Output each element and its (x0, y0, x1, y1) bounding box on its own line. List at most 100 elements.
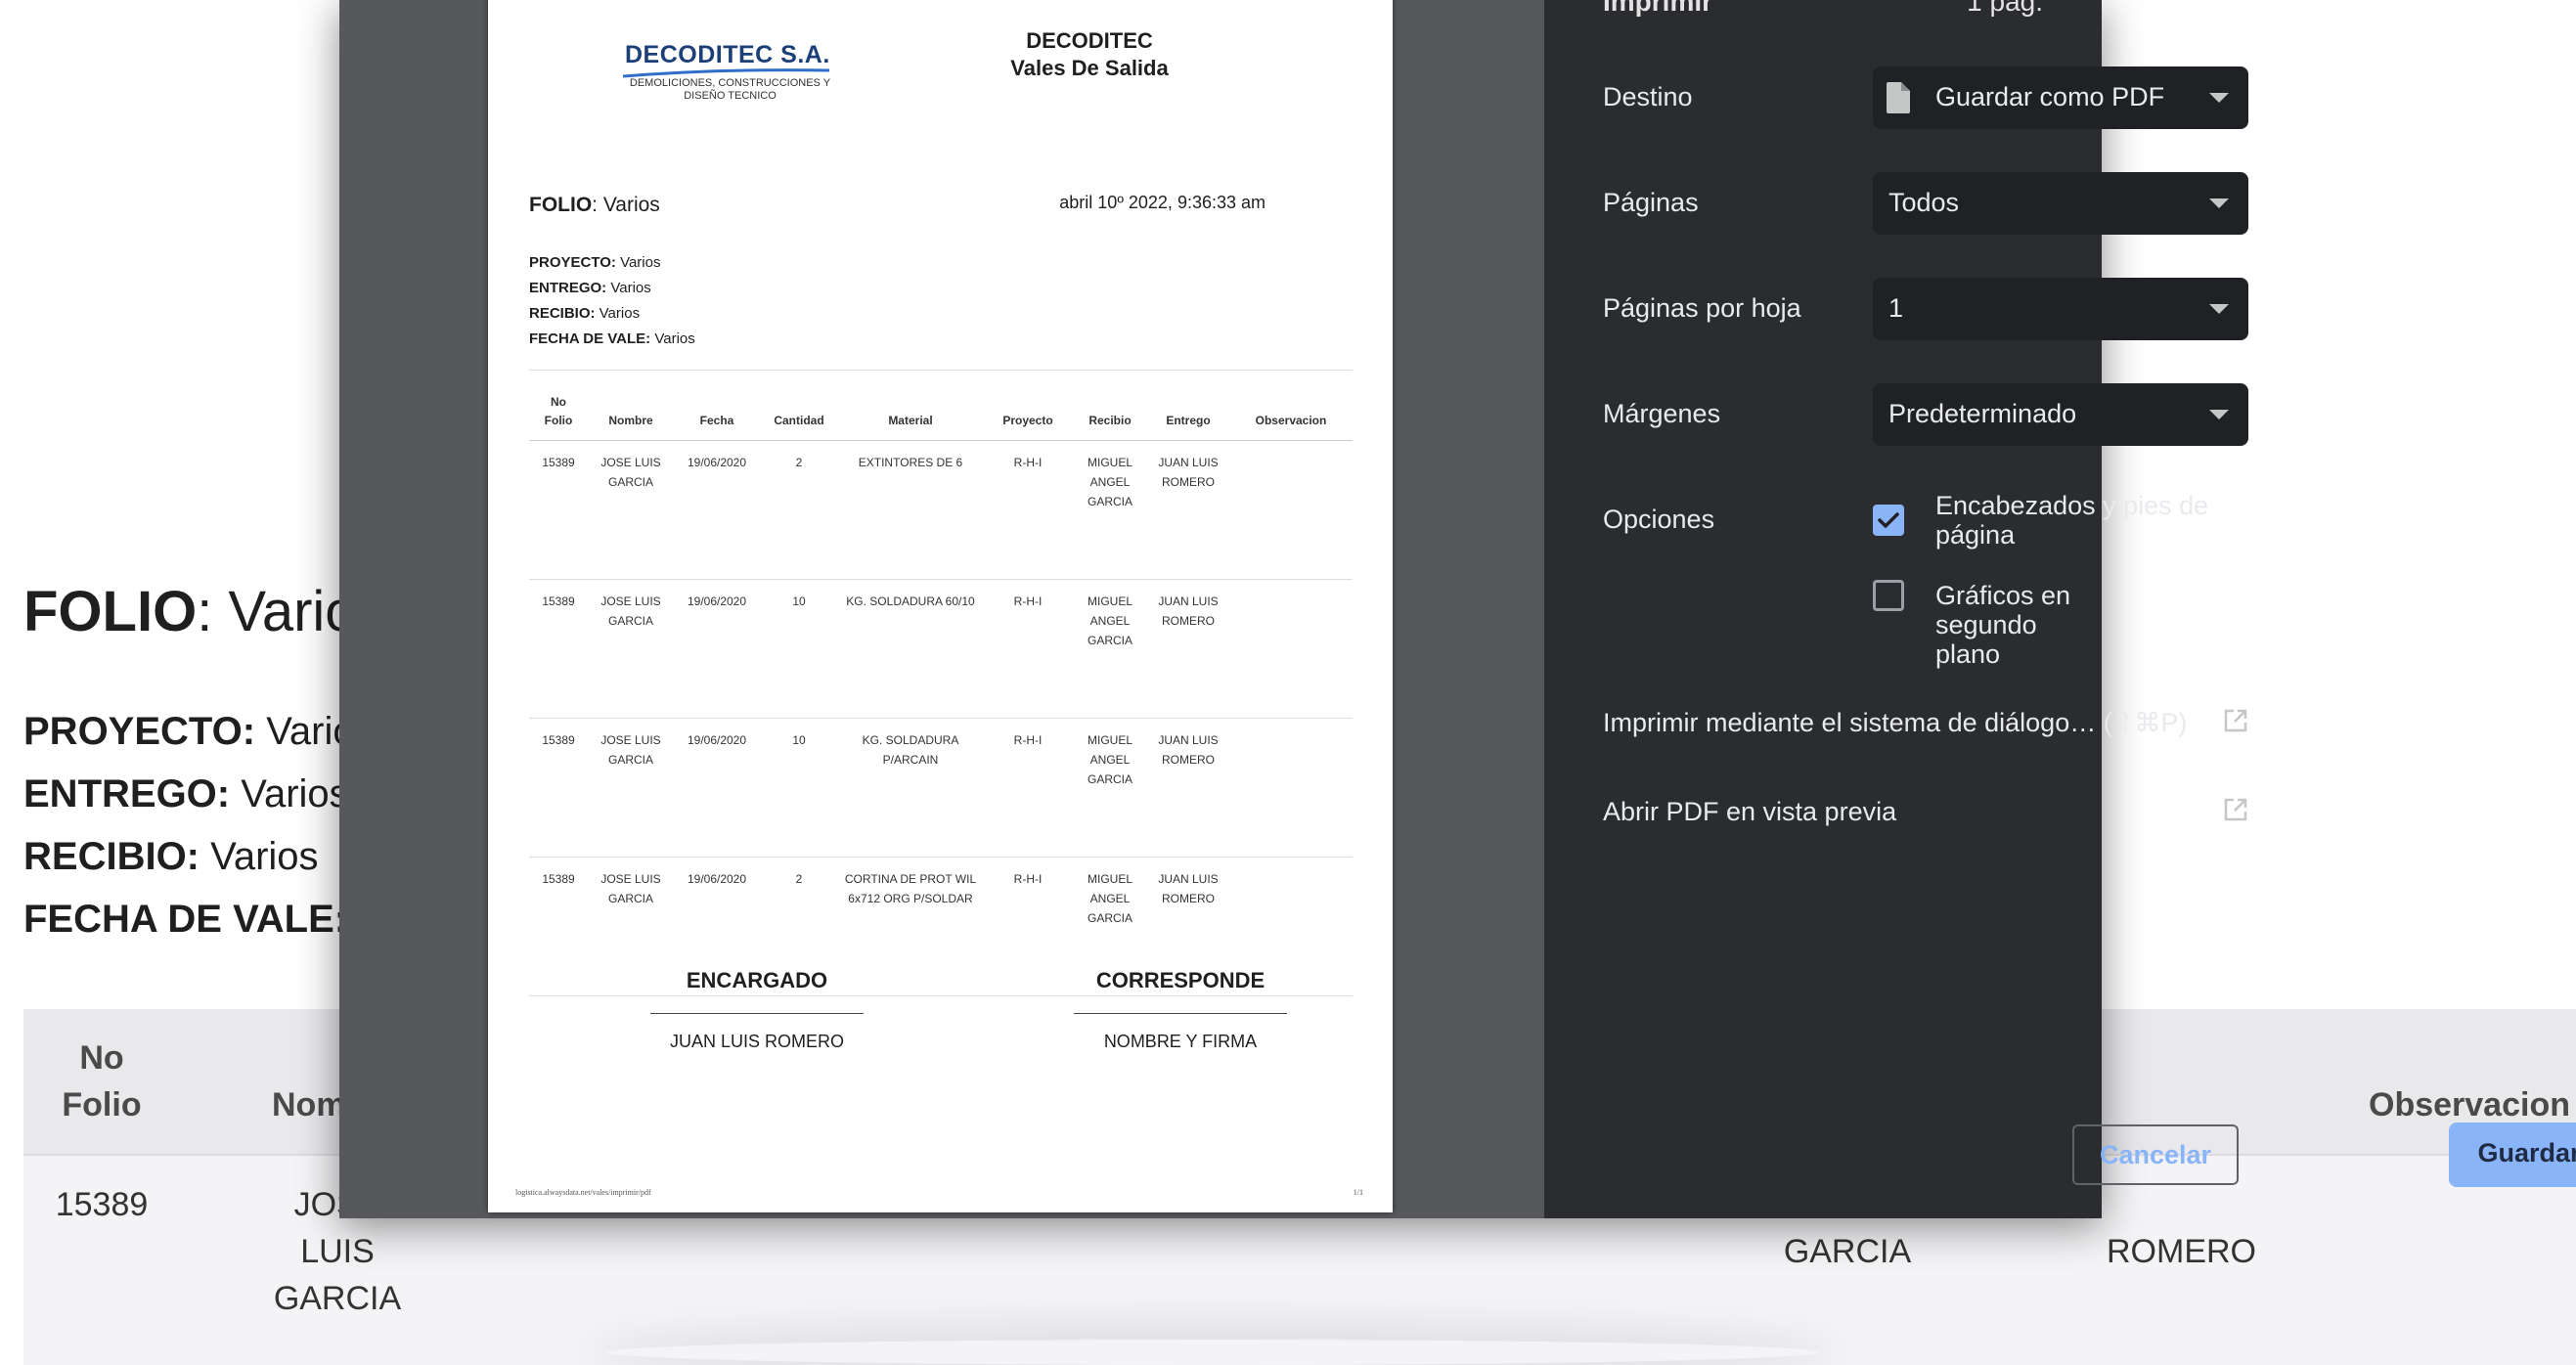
cancel-button[interactable]: Cancelar (2072, 1124, 2239, 1185)
vales-table: No Folio Nombre Fecha Cantidad Material … (529, 370, 1353, 996)
cell-nombre: JOSE LUIS GARCIA (588, 440, 674, 580)
cell-fecha: 19/06/2020 (674, 579, 760, 719)
doc-date: abril 10º 2022, 9:36:33 am (1059, 193, 1266, 212)
logo-tagline: DEMOLICIONES, CONSTRUCCIONES Y DISEÑO TE… (629, 77, 831, 102)
th-cantidad: Cantidad (760, 370, 838, 441)
print-preview-area[interactable]: DECODITEC S.A. DEMOLICIONES, CONSTRUCCIO… (339, 0, 1544, 1218)
chevron-down-icon (2209, 93, 2229, 103)
chevron-down-icon (2209, 304, 2229, 314)
bg-td-folio: 15389 (55, 1186, 149, 1223)
headers-footers-checkbox[interactable] (1873, 505, 1904, 536)
print-dialog: DECODITEC S.A. DEMOLICIONES, CONSTRUCCIO… (339, 0, 2576, 1218)
doc-entrego: ENTREGO: Varios (529, 280, 651, 296)
page-footer-number: 1/1 (1353, 1188, 1363, 1197)
file-icon (1887, 82, 1910, 113)
background-graphics-label[interactable]: Gráficos en segundo plano (1935, 581, 2102, 669)
signature-line (1074, 1013, 1287, 1014)
bg-td-entrego: ROMERO (2107, 1233, 2256, 1270)
logo-swoosh-icon (622, 68, 830, 78)
document-subtitle: Vales De Salida (1010, 56, 1169, 80)
doc-fecha-de-vale: FECHA DE VALE: Varios (529, 330, 695, 347)
cell-cantidad: 2 (760, 440, 838, 580)
bg-fecha-de-vale: FECHA DE VALE: (23, 898, 348, 941)
signature-corresponde: CORRESPONDE NOMBRE Y FIRMA (1053, 968, 1308, 1052)
chevron-down-icon (2209, 198, 2229, 208)
paginas-por-hoja-select[interactable]: 1 (1873, 278, 2248, 340)
system-dialog-link[interactable]: Imprimir mediante el sistema de diálogo…… (1603, 708, 2248, 738)
cell-entrego: JUAN LUIS ROMERO (1147, 579, 1229, 719)
cell-proyecto: R-H-I (983, 579, 1073, 719)
cell-cantidad: 10 (760, 579, 838, 719)
margenes-select[interactable]: Predeterminado (1873, 383, 2248, 446)
opciones-label: Opciones (1603, 505, 1715, 534)
destino-value: Guardar como PDF (1935, 82, 2165, 111)
headers-footers-label[interactable]: Encabezados y pies de página (1935, 491, 2229, 550)
signature-name: NOMBRE Y FIRMA (1103, 1032, 1258, 1051)
bg-proyecto: PROYECTO: Varios (23, 710, 375, 753)
cell-observacion (1229, 440, 1353, 580)
signature-title: ENCARGADO (686, 968, 828, 992)
cell-folio: 15389 (529, 857, 588, 996)
signature-name: JUAN LUIS ROMERO (669, 1032, 845, 1051)
bg-recibio: RECIBIO: Varios (23, 835, 319, 878)
cell-cantidad: 10 (760, 718, 838, 858)
cell-observacion (1229, 718, 1353, 858)
cell-material: KG. SOLDADURA P/ARCAIN (838, 718, 983, 858)
th-fecha: Fecha (674, 370, 760, 441)
save-button[interactable]: Guardar (2451, 1124, 2576, 1185)
company-logo: DECODITEC S.A. DEMOLICIONES, CONSTRUCCIO… (622, 41, 835, 103)
open-pdf-label: Abrir PDF en vista previa (1603, 797, 1897, 826)
bg-shadow (606, 1340, 1819, 1365)
destino-label: Destino (1603, 82, 1693, 111)
paginas-por-hoja-label: Páginas por hoja (1603, 293, 1801, 323)
th-proyecto: Proyecto (983, 370, 1073, 441)
doc-recibio: RECIBIO: Varios (529, 305, 641, 322)
th-observacion: Observacion (1229, 370, 1353, 441)
cell-recibio: MIGUEL ANGEL GARCIA (1073, 579, 1147, 719)
cell-proyecto: R-H-I (983, 718, 1073, 858)
open-external-icon (2224, 798, 2247, 821)
open-pdf-preview-link[interactable]: Abrir PDF en vista previa (1603, 797, 2248, 827)
bg-th-observacion: Observacion (2369, 1086, 2570, 1123)
checkmark-icon (1878, 512, 1899, 528)
th-no-folio: No Folio (529, 370, 588, 441)
cell-nombre: JOSE LUIS GARCIA (588, 718, 674, 858)
page-footer-url: logistica.alwaysdata.net/vales/imprimir/… (515, 1188, 651, 1197)
th-entrego: Entrego (1147, 370, 1229, 441)
doc-folio: FOLIO: Varios (529, 194, 660, 216)
destino-select[interactable]: Guardar como PDF (1873, 66, 2248, 129)
open-external-icon (2224, 709, 2247, 732)
cell-folio: 15389 (529, 440, 588, 580)
margenes-label: Márgenes (1603, 399, 1721, 428)
margenes-value: Predeterminado (1888, 399, 2077, 428)
bg-th-no-folio: No Folio (62, 1039, 142, 1123)
paginas-label: Páginas (1603, 188, 1699, 217)
bg-folio: FOLIO: Varios (23, 580, 385, 643)
dialog-title: Imprimir (1603, 0, 1713, 17)
cell-recibio: MIGUEL ANGEL GARCIA (1073, 440, 1147, 580)
background-graphics-checkbox[interactable] (1873, 580, 1904, 611)
signature-line (650, 1013, 864, 1014)
page-count: 1 pág. (1967, 0, 2043, 17)
cell-material: EXTINTORES DE 6 (838, 440, 983, 580)
cell-entrego: JUAN LUIS ROMERO (1147, 440, 1229, 580)
cell-recibio: MIGUEL ANGEL GARCIA (1073, 718, 1147, 858)
table-row: 15389 JOSE LUIS GARCIA 19/06/2020 2 EXTI… (529, 440, 1353, 580)
bg-td-recibio: GARCIA (1783, 1233, 1912, 1270)
cell-fecha: 19/06/2020 (674, 718, 760, 858)
cell-folio: 15389 (529, 718, 588, 858)
signature-title: CORRESPONDE (1095, 968, 1266, 992)
cell-nombre: JOSE LUIS GARCIA (588, 579, 674, 719)
paginas-select[interactable]: Todos (1873, 172, 2248, 235)
preview-page: DECODITEC S.A. DEMOLICIONES, CONSTRUCCIO… (488, 0, 1393, 1212)
cell-fecha: 19/06/2020 (674, 440, 760, 580)
logo-name: DECODITEC S.A. (625, 41, 830, 68)
cell-proyecto: R-H-I (983, 440, 1073, 580)
system-dialog-label: Imprimir mediante el sistema de diálogo…… (1603, 708, 2188, 737)
document-title: DECODITEC Vales De Salida (1001, 27, 1177, 82)
paginas-por-hoja-value: 1 (1888, 293, 1904, 323)
cell-observacion (1229, 579, 1353, 719)
table-row: 15389 JOSE LUIS GARCIA 19/06/2020 10 KG.… (529, 718, 1353, 858)
company-name: DECODITEC (1026, 28, 1153, 53)
th-nombre: Nombre (588, 370, 674, 441)
